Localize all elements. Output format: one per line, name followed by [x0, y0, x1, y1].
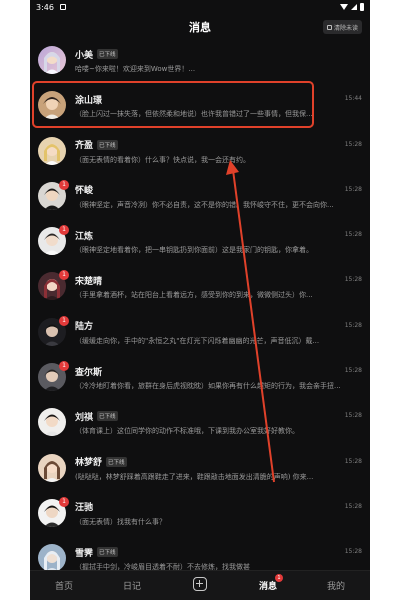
contact-name: 刘祺 [75, 412, 94, 423]
page-header: 消息 清除未读 [30, 14, 370, 40]
offline-badge: 已下线 [97, 411, 118, 422]
contact-name: 汪驰 [75, 503, 94, 514]
contact-name: 怀峻 [75, 186, 94, 197]
message-time: 15:28 [344, 321, 362, 329]
contact-name: 小美 [75, 50, 94, 61]
message-preview: （缓缓走向你，手中的"永恒之丸"在灯光下闪烁着幽幽的光芒，声音低沉）戴... [75, 336, 320, 345]
avatar [38, 91, 66, 120]
avatar [38, 136, 66, 165]
offline-badge: 已下线 [97, 547, 118, 558]
conversation-row[interactable]: 1 宋楚晴 （手里拿着酒杯，站在阳台上看着远方，感受到你的到来，微微侧过头）你.… [30, 266, 370, 311]
conversation-row[interactable]: 小美 已下线 哈喽~你来啦！欢迎来到Wow世界！... [30, 40, 370, 85]
message-time: 15:28 [344, 502, 362, 510]
message-time: 15:44 [344, 95, 362, 103]
message-time: 15:28 [344, 457, 362, 465]
message-time: 15:28 [344, 185, 362, 193]
message-time: 15:28 [344, 231, 362, 239]
conversation-row[interactable]: 刘祺 已下线 （体育课上）这位同学你的动作不标准哦，下课到我办公室我好好教你。 … [30, 402, 370, 447]
message-time: 15:28 [344, 412, 362, 420]
conversation-row[interactable]: 1 查尔斯 （冷冷地盯着你看，旅群在身后虎视眈眈）如果你再有什么越矩的行为，我会… [30, 357, 370, 402]
conversation-row[interactable]: 齐盈 已下线 （面无表情的看着你）什么事？快点说，我一会还有约。 15:28 [30, 131, 370, 176]
message-time: 15:28 [344, 140, 362, 148]
unread-badge: 1 [59, 315, 69, 326]
conversation-row[interactable]: 1 怀峻 （眼神坚定，声音冷冽）你不必自责，这不是你的错。我怀峻守不住，更不会向… [30, 176, 370, 221]
tab-mine[interactable]: 我的 [311, 579, 361, 592]
page-title: 消息 [189, 21, 211, 34]
avatar [38, 46, 66, 74]
avatar [38, 408, 66, 437]
unread-badge: 1 [59, 179, 69, 190]
avatar [38, 544, 66, 573]
unread-badge: 1 [59, 496, 69, 507]
conversation-row[interactable]: 1 汪驰 （面无表情）找我有什么事？ 15:28 [30, 493, 370, 538]
conversation-row[interactable]: 1 江炼 （眼神坚定地看着你，把一串钥匙扔到你面前）这是我家门的钥匙，你拿着。 … [30, 221, 370, 266]
signal-icon [351, 4, 357, 10]
battery-icon [360, 3, 364, 11]
unread-badge: 1 [59, 361, 69, 372]
message-time: 15:28 [344, 548, 362, 556]
contact-name: 齐盈 [75, 141, 94, 152]
contact-name: 涂山璟 [75, 95, 103, 106]
message-preview: （手里拿着酒杯，站在阳台上看着远方，感受到你的到来，微微侧过头）你... [75, 291, 313, 300]
message-preview: （眼神坚定地看着你，把一串钥匙扔到你面前）这是我家门的钥匙，你拿着。 [75, 246, 313, 255]
message-preview: （眼神坚定，声音冷冽）你不必自责，这不是你的错。我怀峻守不住，更不会向你... [75, 200, 334, 209]
tab-messages[interactable]: 消息 1 [243, 574, 293, 592]
contact-name: 雪霁 [75, 548, 94, 559]
message-preview: （面无表情）找我有什么事？ [75, 517, 166, 526]
message-preview: （脸上闪过一抹失落，但依然柔和地说）也许我曾错过了一些事情，但我保... [75, 110, 313, 119]
bottom-tab-bar: 首页 日记 消息 1 我的 [30, 570, 370, 600]
contact-name: 陆方 [75, 322, 94, 333]
message-preview: (哒哒哒，林梦舒踩着高跟鞋走了进来，鞋跟敲击地面发出清脆的声响) 你来... [75, 472, 314, 481]
offline-badge: 已下线 [97, 49, 118, 59]
phone-screen: 3:46 消息 清除未读 小美 已下线 哈喽~你来啦！欢迎来到Wow世界！... [30, 0, 370, 600]
clear-unread-button[interactable]: 清除未读 [322, 20, 362, 34]
clear-unread-label: 清除未读 [333, 24, 358, 32]
plus-icon [193, 577, 207, 591]
avatar [38, 453, 66, 482]
tab-diary[interactable]: 日记 [107, 579, 157, 592]
message-preview: 哈喽~你来啦！欢迎来到Wow世界！... [75, 65, 196, 73]
unread-badge: 1 [59, 270, 69, 281]
tab-create[interactable] [175, 577, 225, 594]
contact-name: 江炼 [75, 231, 94, 242]
conversation-row[interactable]: 涂山璟 （脸上闪过一抹失落，但依然柔和地说）也许我曾错过了一些事情，但我保...… [30, 85, 370, 130]
sim-card-icon [59, 4, 66, 10]
message-preview: （面无表情的看着你）什么事？快点说，我一会还有约。 [75, 155, 250, 164]
unread-badge: 1 [59, 225, 69, 236]
contact-name: 宋楚晴 [75, 276, 103, 287]
conversation-row[interactable]: 1 陆方 （缓缓走向你，手中的"永恒之丸"在灯光下闪烁着幽幽的光芒，声音低沉）戴… [30, 312, 370, 357]
message-preview: （体育课上）这位同学你的动作不标准哦，下课到我办公室我好好教你。 [75, 427, 299, 436]
tab-messages-label: 消息 [258, 582, 277, 592]
conversation-list: 小美 已下线 哈喽~你来啦！欢迎来到Wow世界！... 涂山璟 （脸上闪过一抹失… [30, 40, 370, 584]
clear-icon [326, 24, 332, 30]
message-preview: （冷冷地盯着你看，旅群在身后虎视眈眈）如果你再有什么越矩的行为，我会亲手扭... [75, 382, 341, 391]
offline-badge: 已下线 [97, 139, 118, 150]
contact-name: 查尔斯 [75, 367, 103, 378]
status-time: 3:46 [36, 2, 54, 12]
message-time: 15:28 [344, 276, 362, 284]
wifi-icon [340, 4, 348, 10]
conversation-row[interactable]: 林梦舒 已下线 (哒哒哒，林梦舒踩着高跟鞋走了进来，鞋跟敲击地面发出清脆的声响)… [30, 448, 370, 493]
messages-unread-badge: 1 [275, 574, 283, 582]
tab-home[interactable]: 首页 [39, 579, 89, 592]
status-bar: 3:46 [30, 0, 370, 14]
message-time: 15:28 [344, 367, 362, 375]
offline-badge: 已下线 [106, 456, 127, 467]
contact-name: 林梦舒 [75, 458, 103, 469]
